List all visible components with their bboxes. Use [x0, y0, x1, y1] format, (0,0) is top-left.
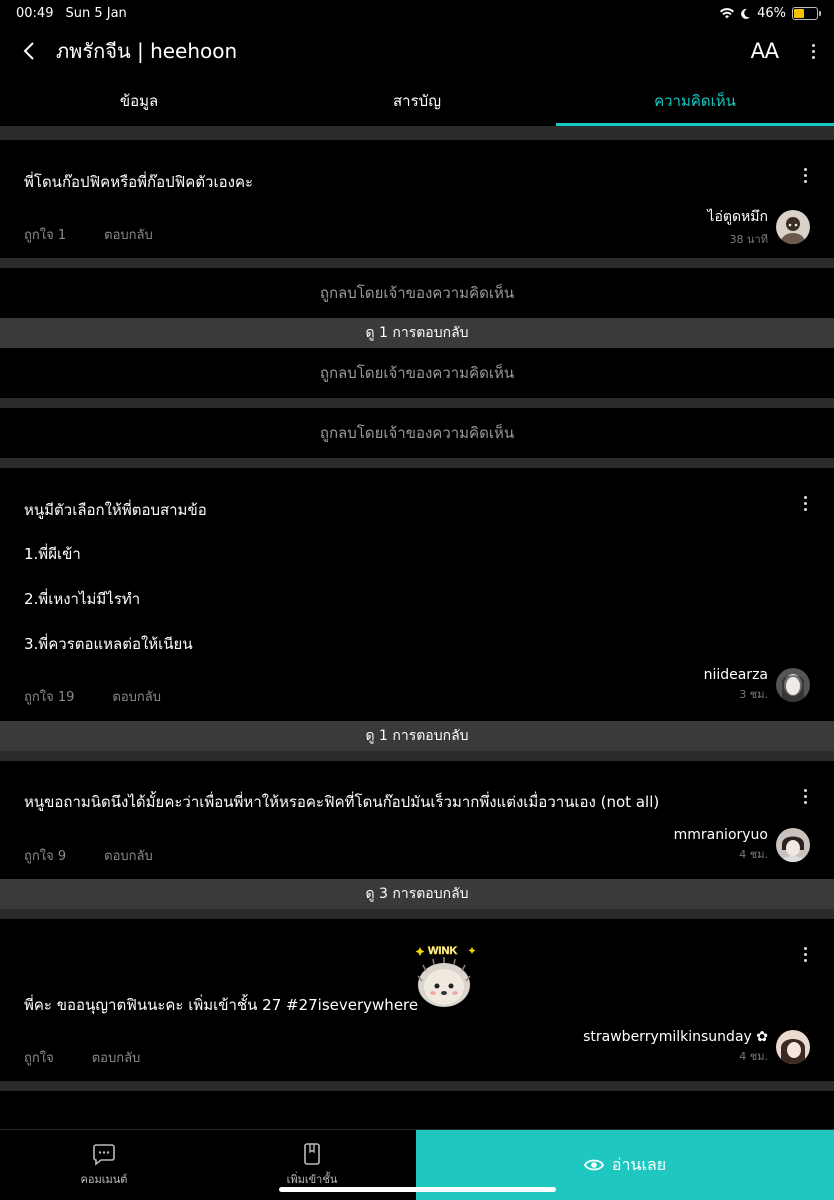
comment-item: พี่โดนก๊อปฟิคหรือพี่ก๊อปฟิคตัวเองคะ ถูกใ… — [0, 140, 834, 258]
comment-menu-button[interactable] — [800, 947, 810, 962]
more-options-icon — [800, 496, 810, 511]
comment-text: 3.พี่ควรตอแหลต่อให้เนียน — [24, 635, 193, 653]
more-options-icon — [800, 789, 810, 804]
chevron-left-icon — [23, 42, 34, 60]
wink-sticker: WINK — [412, 941, 480, 1011]
reply-button[interactable]: ตอบกลับ — [104, 845, 153, 866]
avatar[interactable] — [776, 828, 810, 862]
status-date: Sun 5 Jan — [65, 5, 127, 21]
comment-text: หนูมีตัวเลือกให้พี่ตอบสามข้อ — [24, 501, 207, 519]
divider — [0, 126, 834, 140]
comment-author[interactable]: mmranioryuo — [674, 827, 768, 843]
more-options-icon[interactable] — [808, 43, 818, 59]
more-options-icon — [800, 168, 810, 183]
book-icon — [304, 1143, 320, 1165]
comment-time: 4 ชม. — [739, 1050, 768, 1063]
divider — [0, 1081, 834, 1091]
wifi-icon — [720, 7, 735, 18]
comment-button-label: คอมเมนต์ — [80, 1173, 128, 1186]
like-button[interactable]: ถูกใจ 9 — [24, 845, 66, 866]
like-button[interactable]: ถูกใจ 19 — [24, 686, 74, 707]
tab-info[interactable]: ข้อมูล — [0, 76, 278, 126]
more-options-icon — [800, 947, 810, 962]
comment-text: 2.พี่เหงาไม่มีไรทำ — [24, 590, 141, 608]
comment-icon — [93, 1144, 115, 1166]
divider — [0, 258, 834, 268]
comment-text: หนูขอถามนิดนึงได้มั้ยคะว่าเพื่อนพี่หาให้… — [24, 793, 660, 811]
sticker-label: WINK — [428, 945, 457, 957]
read-now-label: อ่านเลย — [611, 1154, 667, 1174]
comment-time: 3 ชม. — [739, 688, 768, 701]
status-time: 00:49 — [16, 5, 54, 21]
comment-feed[interactable]: พี่โดนก๊อปฟิคหรือพี่ก๊อปฟิคตัวเองคะ ถูกใ… — [0, 126, 834, 1129]
font-size-button[interactable]: AA — [750, 39, 779, 63]
deleted-comment: ถูกลบโดยเจ้าของความคิดเห็น — [0, 408, 834, 458]
comment-text: 1.พี่ผีเข้า — [24, 545, 81, 563]
status-bar: 00:49 Sun 5 Jan 46% — [0, 0, 834, 26]
reply-button[interactable]: ตอบกลับ — [92, 1047, 141, 1068]
nav-header: ภพรักจีน | heehoon AA — [0, 26, 834, 76]
comment-author[interactable]: ไอ่ตูดหมึก — [707, 206, 768, 228]
comment-item: WINK พี่คะ ขออนุญาตฟินนะคะ เพิ่มเข้าชั้น… — [0, 919, 834, 1081]
comment-text: พี่โดนก๊อปฟิคหรือพี่ก๊อปฟิคตัวเองคะ — [24, 173, 254, 191]
reply-button[interactable]: ตอบกลับ — [104, 224, 153, 245]
deleted-comment: ถูกลบโดยเจ้าของความคิดเห็น — [0, 348, 834, 398]
comment-menu-button[interactable] — [800, 496, 810, 511]
shelf-button-label: เพิ่มเข้าชั้น — [286, 1173, 338, 1186]
avatar[interactable] — [776, 668, 810, 702]
battery-percent: 46% — [757, 5, 786, 21]
view-replies-button[interactable]: ดู 1 การตอบกลับ — [0, 721, 834, 751]
moon-icon — [741, 8, 751, 19]
back-button[interactable] — [16, 38, 42, 64]
comment-author[interactable]: strawberrymilkinsunday ✿ — [583, 1029, 768, 1045]
divider — [0, 458, 834, 468]
divider — [0, 751, 834, 761]
font-size-label: AA — [750, 39, 779, 63]
view-replies-button[interactable]: ดู 1 การตอบกลับ — [0, 318, 834, 348]
tab-bar: ข้อมูล สารบัญ ความคิดเห็น — [0, 76, 834, 126]
tab-contents[interactable]: สารบัญ — [278, 76, 556, 126]
view-replies-button[interactable]: ดู 3 การตอบกลับ — [0, 879, 834, 909]
comment-item: หนูขอถามนิดนึงได้มั้ยคะว่าเพื่อนพี่หาให้… — [0, 761, 834, 879]
eye-icon — [583, 1159, 604, 1171]
comment-button[interactable]: คอมเมนต์ — [0, 1130, 208, 1200]
avatar[interactable] — [776, 210, 810, 244]
comment-time: 38 นาที — [729, 233, 768, 246]
like-button[interactable]: ถูกใจ — [24, 1047, 54, 1068]
comment-menu-button[interactable] — [800, 168, 810, 183]
divider — [0, 398, 834, 408]
home-indicator[interactable] — [279, 1187, 556, 1192]
comment-author[interactable]: niidearza — [704, 667, 768, 683]
comment-item: หนูมีตัวเลือกให้พี่ตอบสามข้อ 1.พี่ผีเข้า… — [0, 468, 834, 721]
divider — [0, 909, 834, 919]
deleted-comment: ถูกลบโดยเจ้าของความคิดเห็น — [0, 268, 834, 318]
comment-menu-button[interactable] — [800, 789, 810, 804]
like-button[interactable]: ถูกใจ 1 — [24, 224, 66, 245]
comment-text: พี่คะ ขออนุญาตฟินนะคะ เพิ่มเข้าชั้น 27 #… — [24, 996, 419, 1014]
page-title: ภพรักจีน | heehoon — [56, 39, 238, 63]
reply-button[interactable]: ตอบกลับ — [112, 686, 161, 707]
tab-comments[interactable]: ความคิดเห็น — [556, 76, 834, 126]
avatar[interactable] — [776, 1030, 810, 1064]
comment-time: 4 ชม. — [739, 848, 768, 861]
battery-icon — [792, 6, 821, 20]
